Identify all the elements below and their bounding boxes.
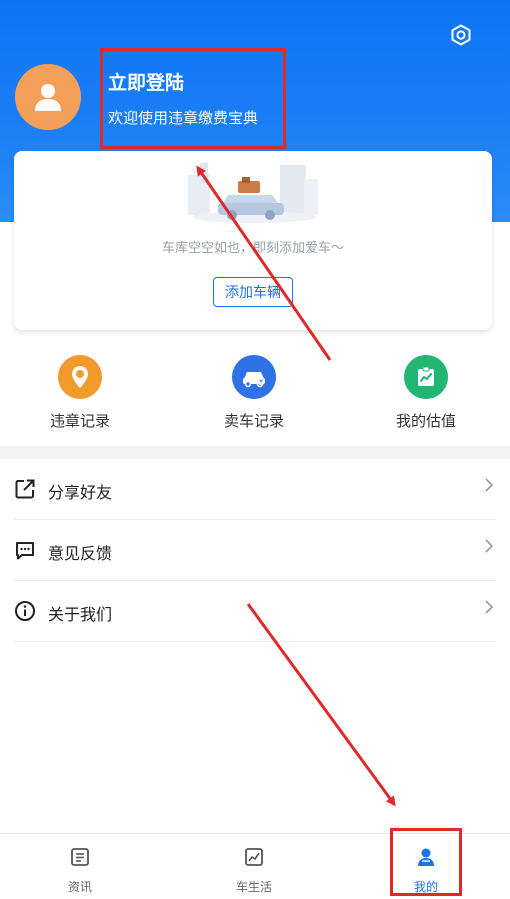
share-icon: [15, 479, 35, 499]
svg-text:¥: ¥: [259, 379, 263, 386]
tab-news[interactable]: 资讯: [40, 846, 120, 895]
valuation-chart-icon: [404, 355, 448, 399]
menu-item-share[interactable]: 分享好友: [0, 460, 510, 520]
chevron-right-icon: [485, 539, 494, 553]
highlight-login-box: [100, 48, 286, 149]
quick-item-label: 违章记录: [49, 412, 110, 430]
add-car-button[interactable]: 添加车辆: [213, 277, 293, 307]
tab-car-life[interactable]: 车生活: [214, 846, 294, 895]
highlight-tab-box: [390, 828, 462, 896]
quick-item-label: 我的估值: [395, 412, 456, 430]
quick-item-label: 卖车记录: [223, 412, 284, 430]
menu-item-label: 关于我们: [48, 605, 113, 624]
chevron-right-icon: [485, 478, 494, 492]
quick-item-violation-records[interactable]: 违章记录: [20, 355, 140, 431]
menu-item-label: 分享好友: [48, 483, 113, 502]
menu-separator: [14, 519, 496, 520]
gear-icon: [451, 24, 471, 46]
menu-item-about[interactable]: 关于我们: [0, 582, 510, 642]
quick-actions: 违章记录 ¥ 卖车记录 我的估值: [0, 355, 510, 435]
sell-car-icon: ¥: [232, 355, 276, 399]
user-silhouette-icon: [35, 84, 61, 111]
quick-item-my-valuation[interactable]: 我的估值: [366, 355, 486, 431]
feedback-icon: [16, 542, 34, 560]
tab-label: 资讯: [67, 880, 92, 894]
chevron-right-icon: [485, 600, 494, 614]
car-life-chart-icon: [245, 848, 263, 866]
avatar[interactable]: [15, 64, 81, 130]
news-icon: [71, 848, 89, 866]
menu-separator: [14, 641, 496, 642]
menu-item-label: 意见反馈: [48, 544, 113, 563]
section-divider: [0, 446, 510, 459]
empty-garage-illustration: [188, 163, 318, 223]
violation-location-icon: [58, 355, 102, 399]
garage-empty-text: 车库空空如也，即刻添加爱车～: [161, 241, 344, 256]
quick-item-sell-records[interactable]: ¥ 卖车记录: [194, 355, 314, 431]
info-icon: [15, 601, 35, 621]
menu-separator: [14, 580, 496, 581]
menu-item-feedback[interactable]: 意见反馈: [0, 521, 510, 581]
tab-label: 车生活: [235, 880, 272, 894]
garage-card: 车库空空如也，即刻添加爱车～ 添加车辆: [14, 151, 492, 330]
settings-button[interactable]: [446, 20, 476, 50]
